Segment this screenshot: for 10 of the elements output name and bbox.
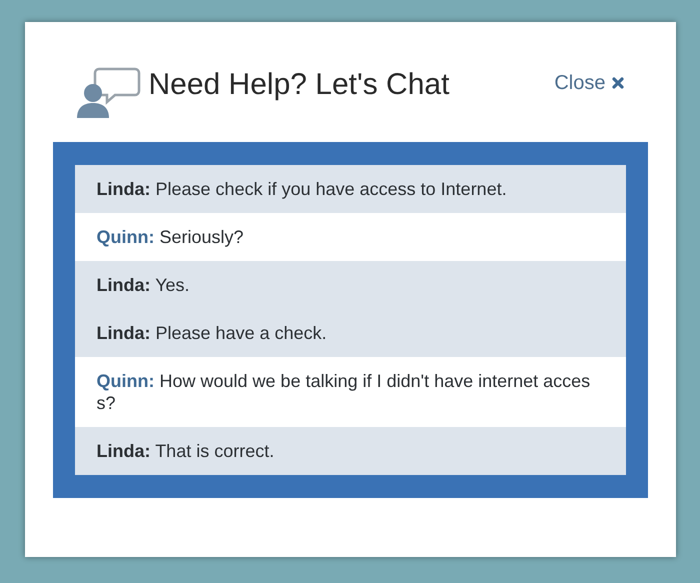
chat-title: Need Help? Let's Chat (148, 70, 450, 100)
close-icon (612, 77, 624, 89)
chat-message: Linda: Please have a check. (74, 309, 626, 357)
chat-message: Linda: Please check if you have access to Internet. (74, 165, 626, 213)
chat-message: Quinn: How would we be talking if I didn't have internet access? (74, 357, 626, 427)
chat-message: Quinn: Seriously? (74, 213, 626, 261)
chat-support-icon (74, 66, 140, 118)
chat-message: Linda: That is correct. (74, 427, 626, 475)
close-button[interactable]: Close (554, 68, 624, 98)
chat-message: Linda: Yes. (74, 261, 626, 309)
